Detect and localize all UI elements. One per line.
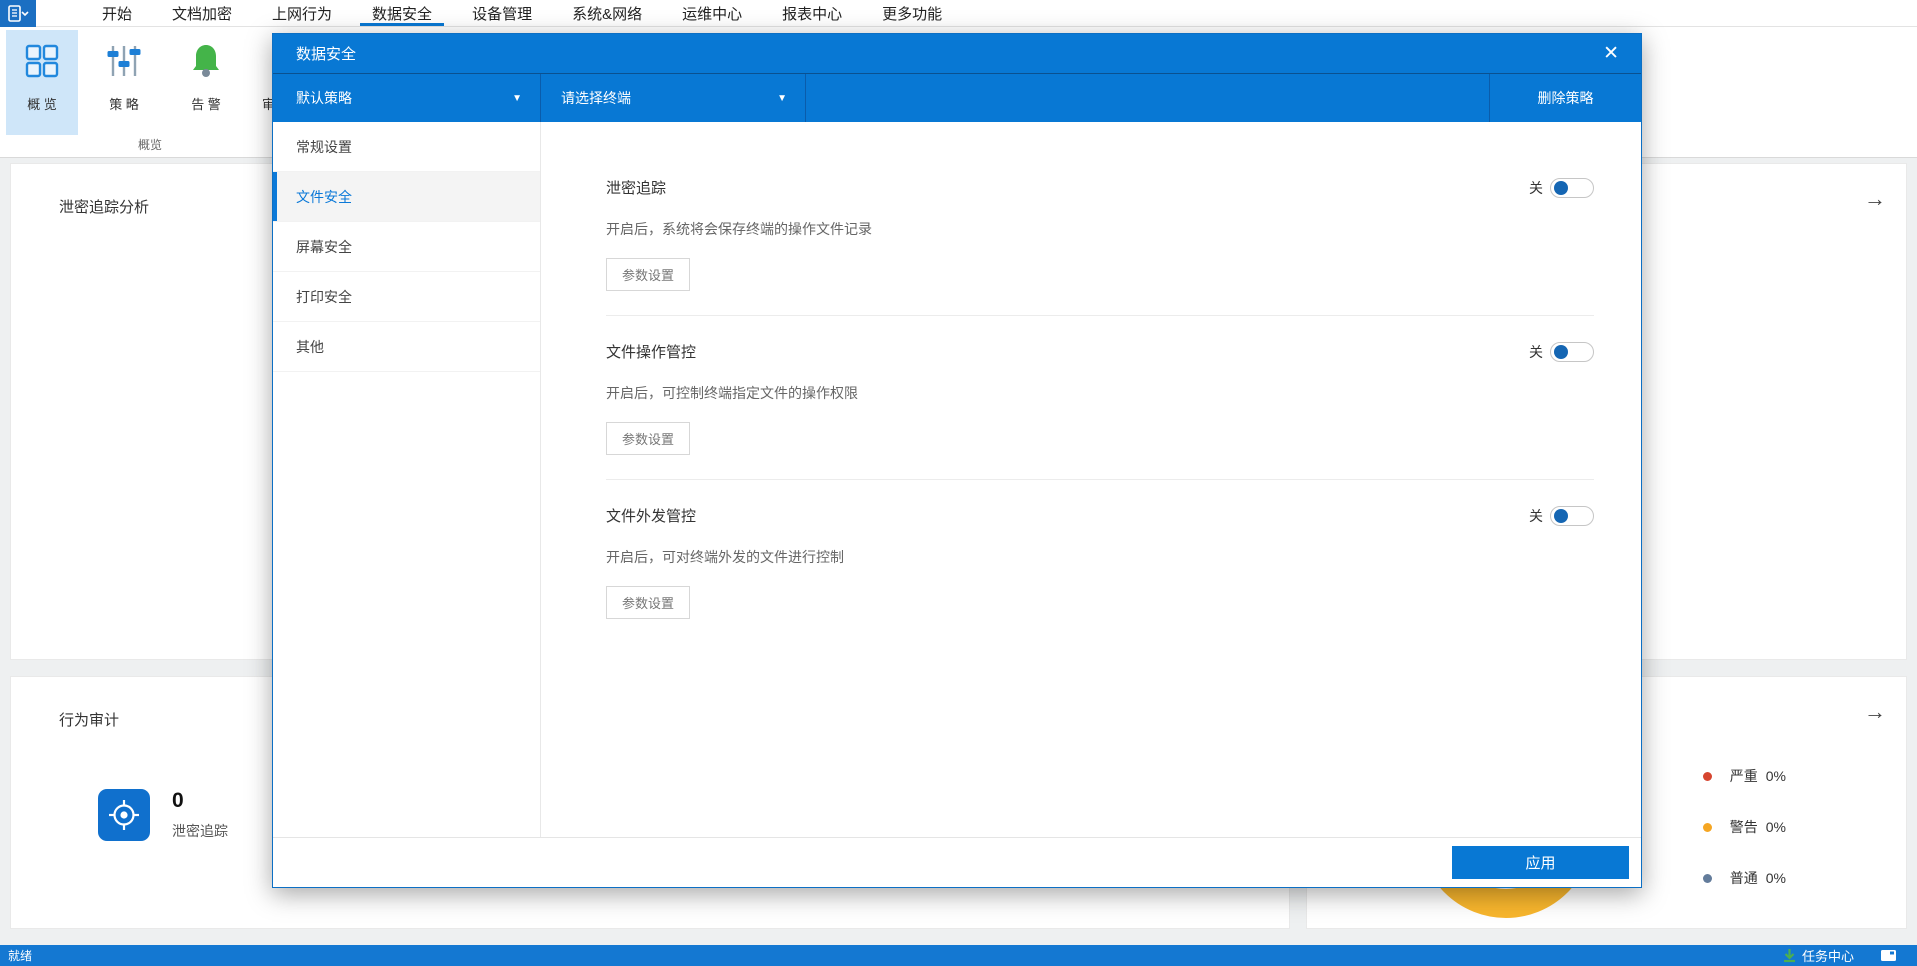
sidebar-item-file-security[interactable]: 文件安全 xyxy=(273,172,540,222)
menu-item-data-security[interactable]: 数据安全 xyxy=(352,0,452,26)
chevron-down-icon: ▼ xyxy=(777,93,787,104)
dialog-content: 泄密追踪 关 开启后，系统将会保存终端的操作文件记录 参数设置 文件操作管控 关 xyxy=(541,122,1641,837)
dialog-toolbar: 默认策略 ▼ 请选择终端 ▼ 删除策略 xyxy=(273,74,1641,122)
section-title: 文件操作管控 xyxy=(606,341,696,362)
audit-panel-title: 行为审计 xyxy=(59,709,119,730)
ribbon-item-alerts[interactable]: 告 警 xyxy=(170,30,242,135)
dialog-footer: 应用 xyxy=(273,837,1641,887)
task-center-button[interactable]: 任务中心 xyxy=(1782,946,1854,965)
toggle-state-label: 关 xyxy=(1529,178,1543,198)
trace-panel-title: 泄密追踪分析 xyxy=(59,196,149,217)
legend-value: 0% xyxy=(1766,870,1786,886)
file-operation-toggle[interactable] xyxy=(1550,342,1594,362)
legend-value: 0% xyxy=(1766,768,1786,784)
menu-item-doc-encrypt[interactable]: 文档加密 xyxy=(152,0,252,26)
section-description: 开启后，可对终端外发的文件进行控制 xyxy=(606,547,1594,567)
bell-icon xyxy=(185,40,227,82)
legend-label: 警告 xyxy=(1730,817,1758,837)
warning-dot-icon xyxy=(1703,823,1712,832)
console-window-icon[interactable] xyxy=(1880,949,1897,962)
param-settings-button[interactable]: 参数设置 xyxy=(606,422,690,455)
download-icon xyxy=(1782,948,1797,963)
legend-label: 严重 xyxy=(1730,766,1758,786)
document-icon xyxy=(7,5,29,23)
critical-dot-icon xyxy=(1703,772,1712,781)
normal-dot-icon xyxy=(1703,874,1712,883)
policy-dropdown-value: 默认策略 xyxy=(296,88,512,108)
dialog-sidebar: 常规设置 文件安全 屏幕安全 打印安全 其他 xyxy=(273,122,541,837)
ribbon-item-policy[interactable]: 策 略 xyxy=(88,30,160,135)
legend-item-normal: 普通 0% xyxy=(1703,867,1786,889)
terminal-dropdown[interactable]: 请选择终端 ▼ xyxy=(541,74,806,122)
legend-item-critical: 严重 0% xyxy=(1703,765,1786,787)
menu-item-start[interactable]: 开始 xyxy=(82,0,152,26)
sliders-icon xyxy=(103,40,145,82)
sidebar-item-other[interactable]: 其他 xyxy=(273,322,540,372)
statusbar: 就绪 任务中心 xyxy=(0,945,1917,966)
section-leak-trace: 泄密追踪 关 开启后，系统将会保存终端的操作文件记录 参数设置 xyxy=(606,122,1594,316)
policy-dropdown[interactable]: 默认策略 ▼ xyxy=(273,74,541,122)
ribbon-label-alerts: 告 警 xyxy=(191,94,221,113)
toggle-state-label: 关 xyxy=(1529,342,1543,362)
menu-item-report-center[interactable]: 报表中心 xyxy=(762,0,862,26)
task-center-label: 任务中心 xyxy=(1802,946,1854,965)
section-title: 泄密追踪 xyxy=(606,177,666,198)
main-menu: 开始 文档加密 上网行为 数据安全 设备管理 系统&网络 运维中心 报表中心 更… xyxy=(82,0,962,26)
menu-item-system-network[interactable]: 系统&网络 xyxy=(552,0,662,26)
alarm-legend: 严重 0% 警告 0% 普通 0% xyxy=(1703,765,1786,918)
sidebar-item-screen-security[interactable]: 屏幕安全 xyxy=(273,222,540,272)
grid-icon xyxy=(21,40,63,82)
toggle-knob xyxy=(1554,345,1568,359)
section-file-outgoing-control: 文件外发管控 关 开启后，可对终端外发的文件进行控制 参数设置 xyxy=(606,480,1594,643)
menu-item-web-behavior[interactable]: 上网行为 xyxy=(252,0,352,26)
menu-item-device-mgmt[interactable]: 设备管理 xyxy=(452,0,552,26)
chevron-down-icon: ▼ xyxy=(512,93,522,104)
terminal-dropdown-value: 请选择终端 xyxy=(561,88,777,108)
param-settings-button[interactable]: 参数设置 xyxy=(606,258,690,291)
legend-label: 普通 xyxy=(1730,868,1758,888)
apply-button[interactable]: 应用 xyxy=(1452,846,1629,879)
menu-item-more[interactable]: 更多功能 xyxy=(862,0,962,26)
ribbon-label-overview: 概 览 xyxy=(27,94,57,113)
ribbon-item-overview[interactable]: 概 览 xyxy=(6,30,78,135)
trace-count-value: 0 xyxy=(172,789,228,813)
toggle-knob xyxy=(1554,181,1568,195)
legend-value: 0% xyxy=(1766,819,1786,835)
dialog-title: 数据安全 xyxy=(296,43,1597,64)
trace-panel-arrow-icon[interactable]: → xyxy=(1864,188,1886,210)
data-security-dialog: 数据安全 ✕ 默认策略 ▼ 请选择终端 ▼ 删除策略 常规设置 文件安全 屏幕安… xyxy=(272,33,1642,888)
toggle-state-label: 关 xyxy=(1529,506,1543,526)
file-outgoing-toggle[interactable] xyxy=(1550,506,1594,526)
menubar: 开始 文档加密 上网行为 数据安全 设备管理 系统&网络 运维中心 报表中心 更… xyxy=(0,0,1917,27)
section-title: 文件外发管控 xyxy=(606,505,696,526)
section-description: 开启后，可控制终端指定文件的操作权限 xyxy=(606,383,1594,403)
leak-trace-toggle[interactable] xyxy=(1550,178,1594,198)
menu-item-ops-center[interactable]: 运维中心 xyxy=(662,0,762,26)
trace-target-icon xyxy=(98,789,150,841)
ribbon-group-label: 概览 xyxy=(0,136,300,153)
toggle-knob xyxy=(1554,509,1568,523)
param-settings-button[interactable]: 参数设置 xyxy=(606,586,690,619)
ribbon-label-policy: 策 略 xyxy=(109,94,139,113)
dialog-titlebar: 数据安全 ✕ xyxy=(273,34,1641,74)
alarm-panel-arrow-icon[interactable]: → xyxy=(1864,701,1886,723)
delete-policy-button[interactable]: 删除策略 xyxy=(1489,74,1641,122)
status-text: 就绪 xyxy=(8,947,1782,964)
legend-item-warning: 警告 0% xyxy=(1703,816,1786,838)
trace-count-label: 泄密追踪 xyxy=(172,821,228,841)
close-icon[interactable]: ✕ xyxy=(1597,44,1625,63)
toolbar-spacer xyxy=(806,74,1489,122)
sidebar-item-print-security[interactable]: 打印安全 xyxy=(273,272,540,322)
section-file-operation-control: 文件操作管控 关 开启后，可控制终端指定文件的操作权限 参数设置 xyxy=(606,316,1594,480)
app-menu-button[interactable] xyxy=(0,0,36,27)
section-description: 开启后，系统将会保存终端的操作文件记录 xyxy=(606,219,1594,239)
sidebar-item-general-settings[interactable]: 常规设置 xyxy=(273,122,540,172)
